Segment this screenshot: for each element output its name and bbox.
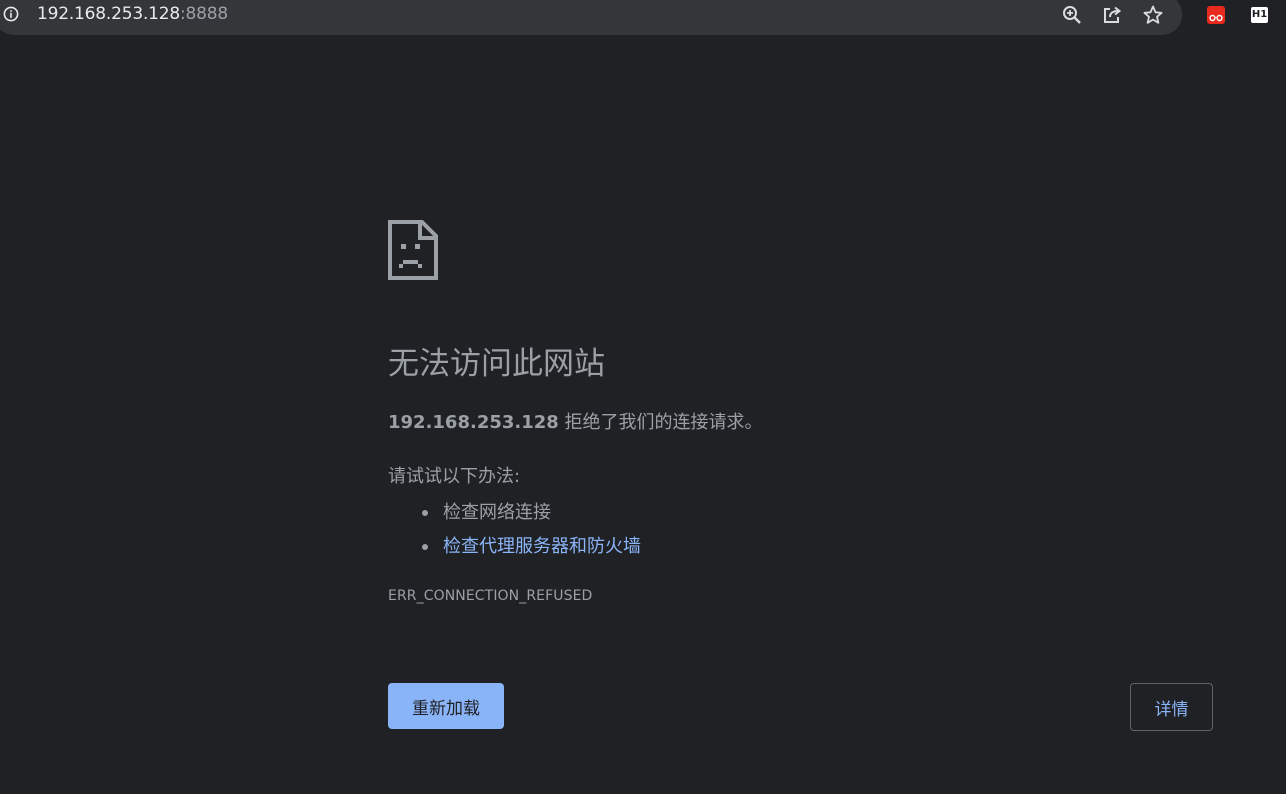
error-message: 拒绝了我们的连接请求。 <box>558 412 763 433</box>
red-extension-icon[interactable] <box>1206 5 1226 25</box>
url-text[interactable]: 192.168.253.128:8888 <box>37 3 228 25</box>
h1-extension-icon[interactable]: H1 <box>1251 7 1268 23</box>
check-proxy-link[interactable]: 检查代理服务器和防火墙 <box>443 536 641 557</box>
bookmark-star-icon[interactable] <box>1142 4 1164 26</box>
error-description: 192.168.253.128 拒绝了我们的连接请求。 <box>388 410 763 436</box>
suggestions-label: 请试试以下办法: <box>388 466 521 487</box>
suggestion-check-proxy: 检查代理服务器和防火墙 <box>388 530 641 564</box>
browser-toolbar: 192.168.253.128:8888 H1 <box>0 0 1286 46</box>
zoom-icon[interactable] <box>1061 4 1083 26</box>
suggestion-check-network: 检查网络连接 <box>388 496 641 530</box>
page-title: 无法访问此网站 <box>388 346 605 382</box>
share-icon[interactable] <box>1101 4 1123 26</box>
url-port: :8888 <box>180 4 229 24</box>
info-icon[interactable] <box>3 6 19 22</box>
details-button[interactable]: 详情 <box>1130 683 1213 731</box>
error-code: ERR_CONNECTION_REFUSED <box>388 588 593 604</box>
error-host: 192.168.253.128 <box>388 412 559 433</box>
url-host: 192.168.253.128 <box>37 4 181 24</box>
sad-page-icon <box>388 220 438 280</box>
reload-button[interactable]: 重新加载 <box>388 683 504 729</box>
suggestions-list: 检查网络连接 检查代理服务器和防火墙 <box>388 496 641 564</box>
suggestion-text: 检查网络连接 <box>443 502 551 523</box>
